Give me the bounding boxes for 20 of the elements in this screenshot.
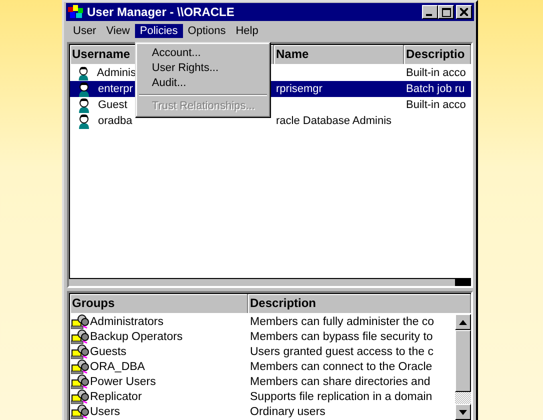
window-title: User Manager - \\ORACLE [87, 5, 236, 19]
full-name-text: racle Database Adminis [276, 115, 392, 127]
description-text: Members can bypass file security to [250, 330, 433, 342]
description-text: Members can share directories and [250, 376, 430, 388]
group-name-text: Power Users [90, 376, 156, 388]
group-name-text: ORA_DBA [90, 360, 145, 372]
group-name-text: Administrators [90, 316, 164, 328]
description-text: Batch job ru [406, 83, 465, 95]
description-text: Built-in acco [406, 67, 466, 79]
description-text: Users granted guest access to the c [250, 346, 434, 358]
full-name-text: rprisemgr [276, 83, 322, 95]
description-text: Built-in acco [406, 99, 466, 111]
description-text: Members can connect to the Oracle [250, 360, 432, 372]
description-text: Supports file replication in a domain [250, 390, 432, 402]
description-text: Members can fully administer the co [250, 316, 434, 328]
group-name-text: Users [90, 406, 120, 418]
group-name-text: Backup Operators [90, 330, 183, 342]
group-name-text: Replicator [90, 390, 142, 402]
description-text: Ordinary users [250, 406, 326, 418]
group-name-text: Guests [90, 346, 126, 358]
